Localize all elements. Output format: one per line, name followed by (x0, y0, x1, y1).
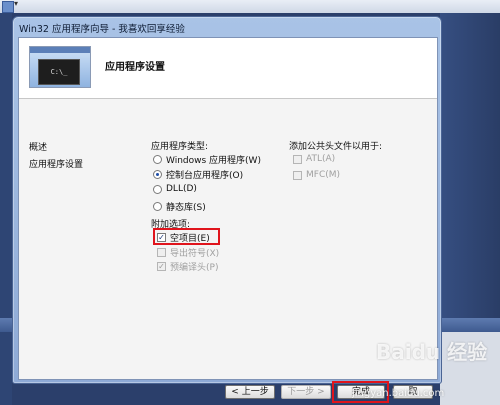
watermark-url: jingyan.baidu.com (352, 388, 445, 399)
radio-indicator[interactable] (153, 184, 162, 194)
console-app-banner-icon: C:\_ (29, 46, 91, 88)
sidebar-item-overview[interactable]: 概述 (29, 140, 47, 153)
background-toolbar-strip: ▾ (0, 0, 500, 13)
radio-label: Windows 应用程序(W) (166, 156, 261, 166)
checkbox-label: 空项目(E) (170, 234, 210, 244)
toolbar-app-icon[interactable] (2, 1, 14, 13)
dialog-client-area: C:\_ 应用程序设置 概述 应用程序设置 应用程序类型: Windows 应用… (18, 37, 438, 403)
radio-windows-app[interactable]: Windows 应用程序(W) (153, 153, 261, 166)
checkbox-precompiled-header[interactable]: ✓ 预编译头(P) (157, 260, 218, 273)
checkbox-indicator[interactable] (293, 170, 302, 180)
radio-label: DLL(D) (166, 184, 197, 194)
checkbox-indicator-checked[interactable]: ✓ (157, 233, 166, 242)
page-title: 应用程序设置 (105, 62, 165, 73)
radio-console-app[interactable]: 控制台应用程序(O) (153, 168, 243, 181)
prev-button[interactable]: < 上一步 (225, 385, 275, 399)
radio-indicator-selected[interactable] (153, 170, 162, 179)
checkbox-mfc[interactable]: MFC(M) (293, 170, 340, 180)
wizard-sidebar: 概述 应用程序设置 (19, 99, 139, 379)
dialog-title: Win32 应用程序向导 - 我喜欢回享经验 (19, 24, 185, 35)
radio-indicator[interactable] (153, 202, 162, 211)
common-headers-label: 添加公共头文件以用于: (289, 142, 383, 152)
checkbox-label: ATL(A) (306, 154, 336, 164)
toolbar-dropdown-arrow-icon[interactable]: ▾ (14, 0, 18, 8)
radio-label: 控制台应用程序(O) (166, 171, 244, 181)
checkbox-indicator[interactable] (293, 154, 302, 164)
checkbox-indicator[interactable] (157, 248, 166, 257)
radio-indicator[interactable] (153, 155, 162, 164)
wizard-header: C:\_ 应用程序设置 (19, 38, 437, 99)
radio-static-lib[interactable]: 静态库(S) (153, 200, 206, 213)
next-button[interactable]: 下一步 > (281, 385, 331, 399)
checkbox-atl[interactable]: ATL(A) (293, 154, 335, 164)
checkbox-empty-project[interactable]: ✓ 空项目(E) (157, 231, 210, 244)
checkbox-label: 预编译头(P) (170, 263, 219, 273)
baidu-jingyan-watermark-logo: Baidu 经验 (376, 340, 488, 364)
console-prompt-text: C:\_ (38, 59, 80, 85)
checkbox-export-symbols[interactable]: 导出符号(X) (157, 246, 219, 259)
radio-dll[interactable]: DLL(D) (153, 184, 197, 194)
checkbox-indicator-checked[interactable]: ✓ (157, 262, 166, 271)
background-left-panel (0, 13, 12, 405)
sidebar-item-app-settings[interactable]: 应用程序设置 (29, 157, 83, 170)
wizard-dialog: Win32 应用程序向导 - 我喜欢回享经验 C:\_ 应用程序设置 概述 应用… (12, 16, 442, 403)
banner-window-bar (30, 47, 90, 53)
app-type-label: 应用程序类型: (151, 142, 209, 152)
checkbox-label: 导出符号(X) (170, 249, 220, 259)
radio-label: 静态库(S) (166, 203, 206, 213)
checkbox-label: MFC(M) (306, 170, 341, 180)
